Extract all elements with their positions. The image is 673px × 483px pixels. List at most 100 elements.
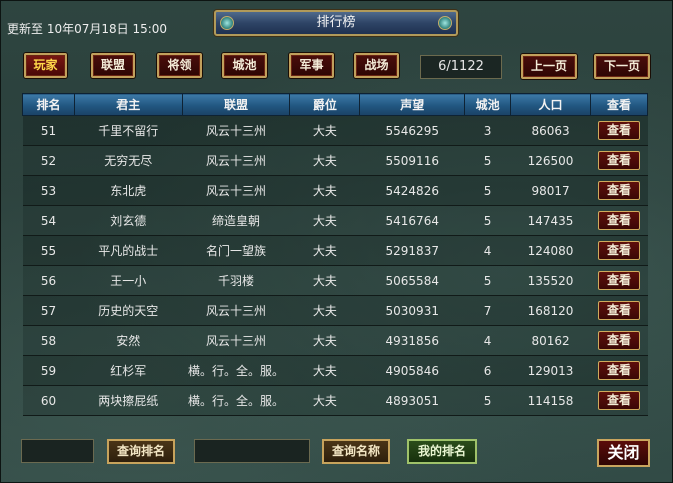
- lord-cell: 王一小: [74, 265, 183, 296]
- search-name-button[interactable]: 查询名称: [322, 439, 390, 464]
- alliance-cell: 风云十三州: [182, 295, 290, 326]
- search-rank-button[interactable]: 查询排名: [107, 439, 175, 464]
- cities-cell: 5: [464, 205, 511, 236]
- name-search-input[interactable]: [194, 439, 310, 463]
- prestige-cell: 5065584: [359, 265, 465, 296]
- alliance-cell: 缔造皇朝: [182, 205, 290, 236]
- view-cell: 查看: [590, 145, 648, 176]
- lord-cell: 刘玄德: [74, 205, 183, 236]
- prestige-cell: 5416764: [359, 205, 465, 236]
- col-header-population[interactable]: 人口: [510, 93, 591, 116]
- alliance-cell: 风云十三州: [182, 145, 290, 176]
- population-cell: 80162: [510, 325, 591, 356]
- title-cell: 大夫: [289, 235, 360, 266]
- tab-cities[interactable]: 城池: [222, 53, 267, 78]
- view-cell: 查看: [590, 235, 648, 266]
- table-row: 60 两块擦屁纸 横。行。全。服。 大夫 4893051 5 114158 查看: [22, 385, 648, 416]
- view-cell: 查看: [590, 295, 648, 326]
- population-cell: 126500: [510, 145, 591, 176]
- alliance-cell: 千羽楼: [182, 265, 290, 296]
- prestige-cell: 5291837: [359, 235, 465, 266]
- table-row: 51 千里不留行 风云十三州 大夫 5546295 3 86063 查看: [22, 115, 648, 146]
- tab-military[interactable]: 军事: [289, 53, 334, 78]
- view-cell: 查看: [590, 385, 648, 416]
- col-header-lord[interactable]: 君主: [73, 93, 183, 116]
- view-button[interactable]: 查看: [597, 151, 640, 170]
- cities-cell: 3: [464, 115, 511, 146]
- view-button[interactable]: 查看: [597, 361, 640, 380]
- lord-cell: 平凡的战士: [74, 235, 183, 266]
- lord-cell: 无穷无尽: [74, 145, 183, 176]
- prestige-cell: 4893051: [359, 385, 465, 416]
- title-cell: 大夫: [289, 175, 360, 206]
- view-button[interactable]: 查看: [597, 391, 640, 410]
- population-cell: 114158: [510, 385, 591, 416]
- rank-cell: 60: [22, 385, 75, 416]
- prestige-cell: 4931856: [359, 325, 465, 356]
- table-header-row: 排名 君主 联盟 爵位 声望 城池 人口 查看: [22, 93, 649, 116]
- population-cell: 168120: [510, 295, 591, 326]
- view-cell: 查看: [590, 205, 648, 236]
- alliance-cell: 名门一望族: [182, 235, 290, 266]
- update-time-label: 更新至 10年07月18日 15:00: [7, 22, 168, 36]
- cities-cell: 5: [464, 265, 511, 296]
- cities-cell: 5: [464, 145, 511, 176]
- lord-cell: 红杉军: [74, 355, 183, 386]
- prestige-cell: 5424826: [359, 175, 465, 206]
- title-cell: 大夫: [289, 355, 360, 386]
- view-button[interactable]: 查看: [597, 181, 640, 200]
- population-cell: 129013: [510, 355, 591, 386]
- cities-cell: 5: [464, 385, 511, 416]
- alliance-cell: 风云十三州: [182, 325, 290, 356]
- lord-cell: 两块擦屁纸: [74, 385, 183, 416]
- population-cell: 86063: [510, 115, 591, 146]
- col-header-prestige[interactable]: 声望: [359, 93, 466, 116]
- rank-search-input[interactable]: [21, 439, 94, 463]
- my-rank-button[interactable]: 我的排名: [407, 439, 477, 464]
- table-row: 55 平凡的战士 名门一望族 大夫 5291837 4 124080 查看: [22, 235, 648, 266]
- rank-cell: 58: [22, 325, 75, 356]
- rank-cell: 53: [22, 175, 75, 206]
- col-header-alliance[interactable]: 联盟: [181, 93, 291, 116]
- view-cell: 查看: [590, 115, 648, 146]
- window-title: 排行榜: [214, 10, 458, 36]
- col-header-title[interactable]: 爵位: [289, 93, 361, 116]
- close-button[interactable]: 关闭: [597, 439, 650, 467]
- table-row: 57 历史的天空 风云十三州 大夫 5030931 7 168120 查看: [22, 295, 648, 326]
- alliance-cell: 横。行。全。服。: [182, 355, 290, 386]
- table-row: 58 安然 风云十三州 大夫 4931856 4 80162 查看: [22, 325, 648, 356]
- title-cell: 大夫: [289, 205, 360, 236]
- page-counter: 6/1122: [420, 55, 502, 79]
- table-row: 56 王一小 千羽楼 大夫 5065584 5 135520 查看: [22, 265, 648, 296]
- rank-cell: 56: [22, 265, 75, 296]
- tab-battlefield[interactable]: 战场: [354, 53, 399, 78]
- prestige-cell: 5509116: [359, 145, 465, 176]
- tab-players[interactable]: 玩家: [24, 53, 67, 78]
- cities-cell: 4: [464, 325, 511, 356]
- table-row: 54 刘玄德 缔造皇朝 大夫 5416764 5 147435 查看: [22, 205, 648, 236]
- lord-cell: 历史的天空: [74, 295, 183, 326]
- next-page-button[interactable]: 下一页: [594, 54, 650, 79]
- view-cell: 查看: [590, 175, 648, 206]
- col-header-rank[interactable]: 排名: [22, 93, 75, 116]
- prev-page-button[interactable]: 上一页: [521, 54, 577, 79]
- title-cell: 大夫: [289, 295, 360, 326]
- tab-generals[interactable]: 将领: [157, 53, 202, 78]
- col-header-cities[interactable]: 城池: [464, 93, 512, 116]
- title-text: 排行榜: [316, 15, 356, 30]
- view-button[interactable]: 查看: [597, 331, 640, 350]
- view-button[interactable]: 查看: [597, 211, 640, 230]
- view-button[interactable]: 查看: [597, 241, 640, 260]
- view-cell: 查看: [590, 325, 648, 356]
- alliance-cell: 风云十三州: [182, 175, 290, 206]
- title-ornament-icon: [220, 16, 234, 30]
- view-button[interactable]: 查看: [597, 301, 640, 320]
- view-button[interactable]: 查看: [597, 271, 640, 290]
- view-button[interactable]: 查看: [597, 121, 640, 140]
- table-row: 59 红杉军 横。行。全。服。 大夫 4905846 6 129013 查看: [22, 355, 648, 386]
- ranking-window: 更新至 10年07月18日 15:00 排行榜 玩家 联盟 将领 城池 军事 战…: [0, 0, 673, 483]
- population-cell: 147435: [510, 205, 591, 236]
- tab-alliances[interactable]: 联盟: [91, 53, 135, 78]
- title-cell: 大夫: [289, 385, 360, 416]
- population-cell: 135520: [510, 265, 591, 296]
